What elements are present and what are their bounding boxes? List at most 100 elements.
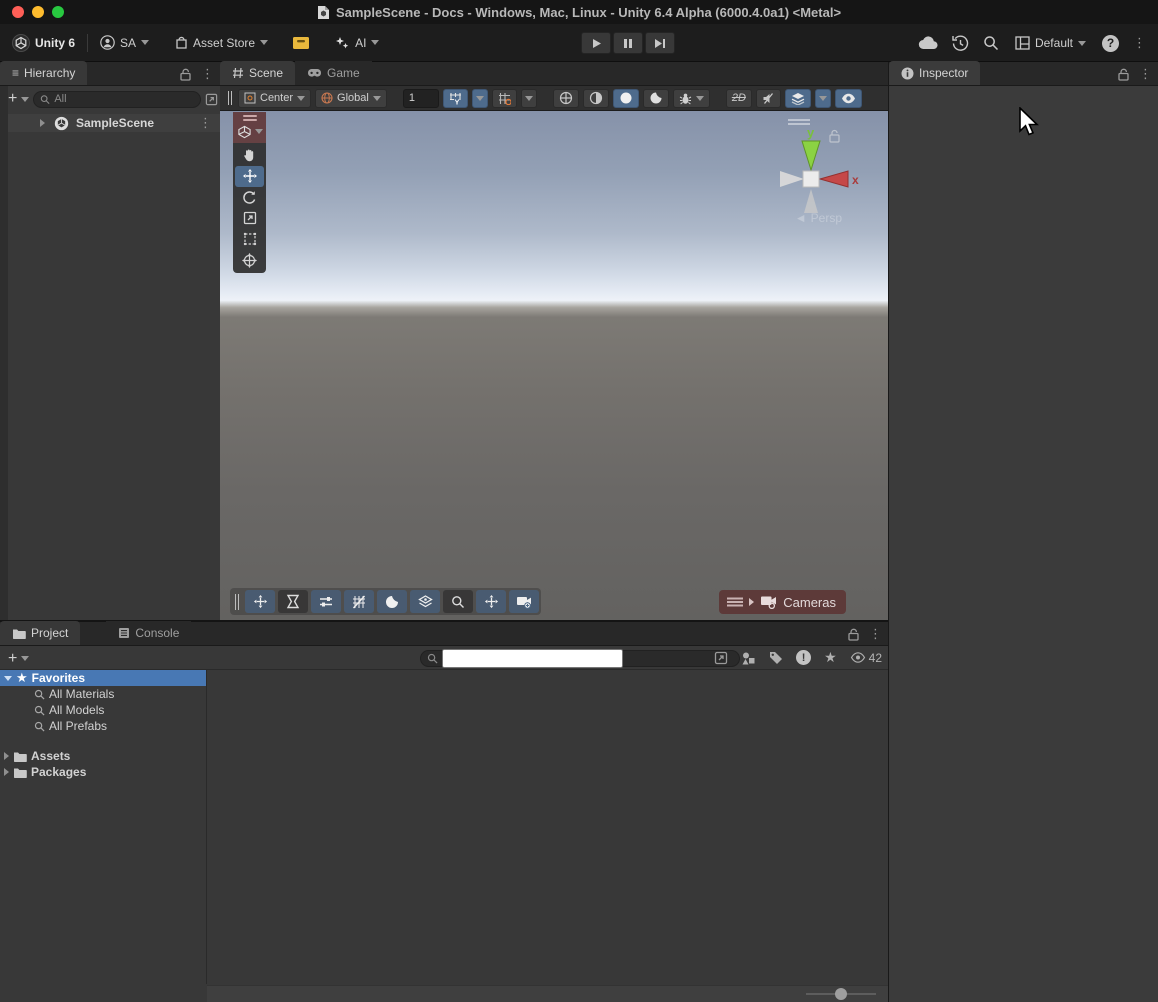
zoom-slider[interactable] [806,993,876,995]
increment-snap-dropdown[interactable] [521,89,537,108]
filter-by-label-icon[interactable] [769,651,783,665]
move-tool-button[interactable] [235,166,264,187]
create-asset-button[interactable]: + [8,650,17,668]
add-object-button[interactable]: + [8,91,17,107]
inbox-button[interactable] [284,30,318,56]
overlay-constraint-button[interactable] [278,590,308,613]
hierarchy-search[interactable] [33,91,201,108]
overlay-layers-button[interactable] [410,590,440,613]
scene-visibility-toggle[interactable] [835,89,862,108]
zoom-slider-knob[interactable] [835,988,847,1000]
search-icon[interactable] [983,35,999,51]
overlay-search-button[interactable] [443,590,473,613]
disclosure-triangle-icon[interactable] [4,676,12,681]
favorites-row[interactable]: ★ Favorites [0,670,206,686]
disclosure-triangle-icon[interactable] [40,119,45,127]
cloud-icon[interactable] [918,36,938,50]
add-object-dropdown[interactable] [21,97,29,102]
toolbar-grip[interactable] [228,91,232,105]
tab-game[interactable]: Game [295,61,372,85]
scale-tool-button[interactable] [235,208,264,229]
account-dropdown[interactable]: SA [92,30,157,56]
overlay-transform-button[interactable] [476,590,506,613]
scene-menu-button[interactable]: ⋮ [199,115,212,131]
lock-icon[interactable] [180,68,191,81]
overlay-move-button[interactable] [245,590,275,613]
project-search[interactable] [420,650,740,667]
tools-overlay-header[interactable] [233,112,266,143]
filter-by-type-icon[interactable] [741,651,756,665]
asset-store-dropdown[interactable]: Asset Store [167,30,276,56]
overlay-lighting-button[interactable] [377,590,407,613]
disclosure-triangle-icon[interactable] [4,752,9,760]
grid-size-input[interactable] [403,89,439,108]
drag-handle-icon[interactable] [235,594,239,610]
lock-icon[interactable] [848,628,859,641]
shadows-toggle[interactable] [643,89,669,108]
disclosure-triangle-icon[interactable] [4,768,9,776]
toolbar-more-button[interactable]: ⋮ [1133,35,1146,51]
inspector-menu-button[interactable]: ⋮ [1139,66,1152,82]
grid-snap-dropdown[interactable] [472,89,488,108]
scene-viewport[interactable]: y x ◄ Persp [220,111,888,620]
scene-row[interactable]: SampleScene ⋮ [8,114,220,132]
pick-window-icon[interactable] [205,93,218,106]
pivot-mode-dropdown[interactable]: Center [238,89,311,108]
overlay-settings-button[interactable] [311,590,341,613]
tab-console[interactable]: Console [106,621,191,645]
hidden-count-toggle[interactable]: 42 [850,651,882,665]
effects-toggle[interactable] [785,89,811,108]
assets-row[interactable]: Assets [0,748,206,764]
shading-mode-button[interactable] [583,89,609,108]
rotate-tool-button[interactable] [235,187,264,208]
tab-project[interactable]: Project [0,621,80,645]
transform-tool-button[interactable] [235,250,264,271]
lock-icon[interactable] [1118,68,1129,81]
project-search-input[interactable] [442,649,623,668]
debug-dropdown[interactable] [673,89,710,108]
tools-overlay [233,112,266,273]
pause-button[interactable] [613,32,643,54]
lighting-toggle[interactable] [613,89,639,108]
history-icon[interactable] [952,35,969,52]
layout-dropdown[interactable]: Default [1013,30,1088,56]
increment-snap-toggle[interactable] [492,89,517,108]
inspector-panel: Inspector ⋮ [888,62,1158,1002]
open-new-window-icon[interactable] [714,651,728,665]
tab-scene[interactable]: Scene [220,61,295,85]
play-button[interactable] [581,32,611,54]
ai-dropdown[interactable]: AI [326,30,387,56]
expand-triangle-icon[interactable] [749,598,754,606]
grid-snap-toggle[interactable]: Y [443,89,468,108]
alert-icon[interactable]: ! [796,650,811,665]
tab-inspector[interactable]: Inspector [889,61,980,85]
cameras-overlay[interactable]: Cameras [719,590,846,614]
all-models-row[interactable]: All Models [0,702,206,718]
packages-row[interactable]: Packages [0,764,206,780]
audio-toggle[interactable] [756,89,781,108]
gizmo-lock-icon[interactable] [830,131,839,143]
all-materials-row[interactable]: All Materials [0,686,206,702]
tab-hierarchy[interactable]: ≡ Hierarchy [0,61,87,85]
hierarchy-menu-button[interactable]: ⋮ [201,66,214,82]
hierarchy-search-input[interactable] [54,93,194,105]
all-prefabs-row[interactable]: All Prefabs [0,718,206,734]
unity-menu-button[interactable]: Unity 6 [4,30,83,56]
overlay-camera-button[interactable] [509,590,539,613]
create-asset-dropdown[interactable] [21,656,29,661]
rect-tool-button[interactable] [235,229,264,250]
overlay-grid-button[interactable] [344,590,374,613]
tools-overlay-body [233,143,266,273]
orientation-dropdown[interactable]: Global [315,89,387,108]
projection-toggle[interactable]: ◄ Persp [795,211,842,225]
help-button[interactable]: ? [1102,35,1119,52]
2d-toggle[interactable]: 2D [726,89,752,108]
effects-dropdown[interactable] [815,89,831,108]
overlay-grip[interactable] [788,119,810,121]
render-mode-button[interactable] [553,89,579,108]
favorites-filter-icon[interactable]: ★ [824,649,837,666]
view-tool-button[interactable] [235,145,264,166]
search-icon [451,595,465,609]
project-menu-button[interactable]: ⋮ [869,626,882,642]
step-button[interactable] [645,32,675,54]
